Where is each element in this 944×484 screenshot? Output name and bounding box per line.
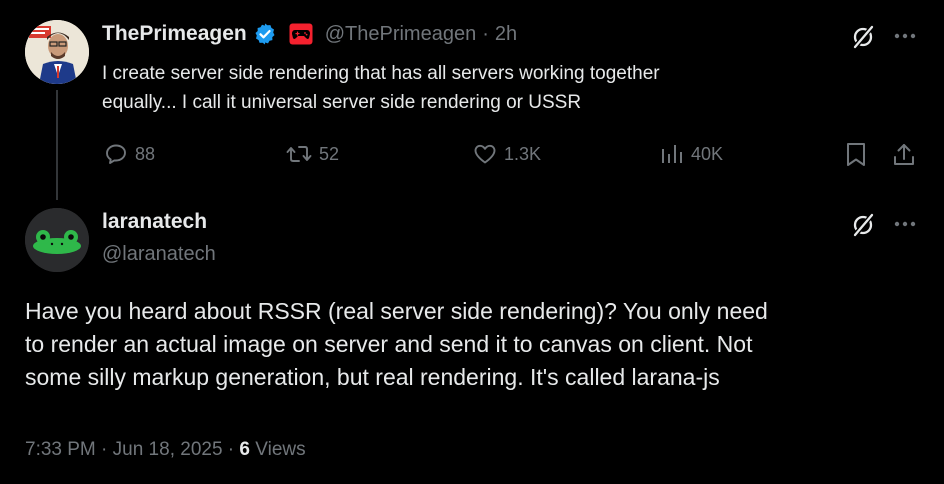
- verified-badge-icon: [253, 22, 277, 46]
- tweet-text-line: equally... I call it universal server si…: [102, 92, 582, 113]
- tweet-timestamp[interactable]: 7:33 PM · Jun 18, 2025 ·: [25, 439, 234, 460]
- more-options-icon[interactable]: [892, 214, 918, 234]
- analytics-bars-icon: [662, 145, 682, 163]
- repost-count: 52: [319, 143, 340, 164]
- views-button[interactable]: 40K: [660, 142, 723, 166]
- gamepad-affiliate-icon[interactable]: [289, 23, 313, 45]
- author-name[interactable]: laranatech: [102, 210, 207, 234]
- grok-icon[interactable]: [850, 24, 876, 50]
- reply-count: 88: [135, 143, 156, 164]
- avatar[interactable]: [25, 20, 89, 84]
- parent-tweet-text: I create server side rendering that has …: [102, 59, 922, 117]
- repost-button[interactable]: 52: [286, 142, 339, 166]
- primeagen-avatar-image: [25, 20, 89, 84]
- thread-connector-line: [56, 90, 58, 200]
- tweet-time[interactable]: 2h: [495, 23, 517, 46]
- tweet-text-line: I create server side rendering that has …: [102, 63, 660, 84]
- more-options-icon[interactable]: [892, 26, 918, 46]
- like-count: 1.3K: [504, 143, 542, 164]
- view-count: 40K: [691, 143, 724, 164]
- reply-button[interactable]: 88: [104, 142, 155, 166]
- avatar[interactable]: [25, 208, 89, 272]
- separator-dot: ·: [482, 22, 489, 45]
- repost-icon: [286, 146, 312, 162]
- tweet-metadata: 7:33 PM · Jun 18, 2025 · 6 Views: [25, 439, 306, 461]
- tweet-text-line: Have you heard about RSSR (real server s…: [25, 298, 768, 324]
- author-handle[interactable]: @laranatech: [102, 243, 216, 266]
- tweet-text-line: to render an actual image on server and …: [25, 331, 753, 357]
- reply-icon: [106, 144, 126, 164]
- frog-avatar-image: [25, 208, 89, 272]
- share-icon[interactable]: [891, 142, 917, 168]
- views-label: Views: [255, 439, 306, 460]
- reply-tweet-text: Have you heard about RSSR (real server s…: [25, 295, 930, 394]
- grok-icon[interactable]: [850, 212, 876, 238]
- bookmark-icon[interactable]: [844, 142, 868, 168]
- author-handle[interactable]: @ThePrimeagen: [325, 23, 476, 46]
- author-name[interactable]: ThePrimeagen: [102, 22, 247, 46]
- heart-icon: [474, 144, 496, 164]
- views-count: 6: [239, 439, 250, 460]
- parent-tweet-header: ThePrimeagen @ThePrimeagen · 2h: [102, 22, 517, 46]
- like-button[interactable]: 1.3K: [473, 142, 541, 166]
- tweet-text-line: some silly markup generation, but real r…: [25, 364, 720, 390]
